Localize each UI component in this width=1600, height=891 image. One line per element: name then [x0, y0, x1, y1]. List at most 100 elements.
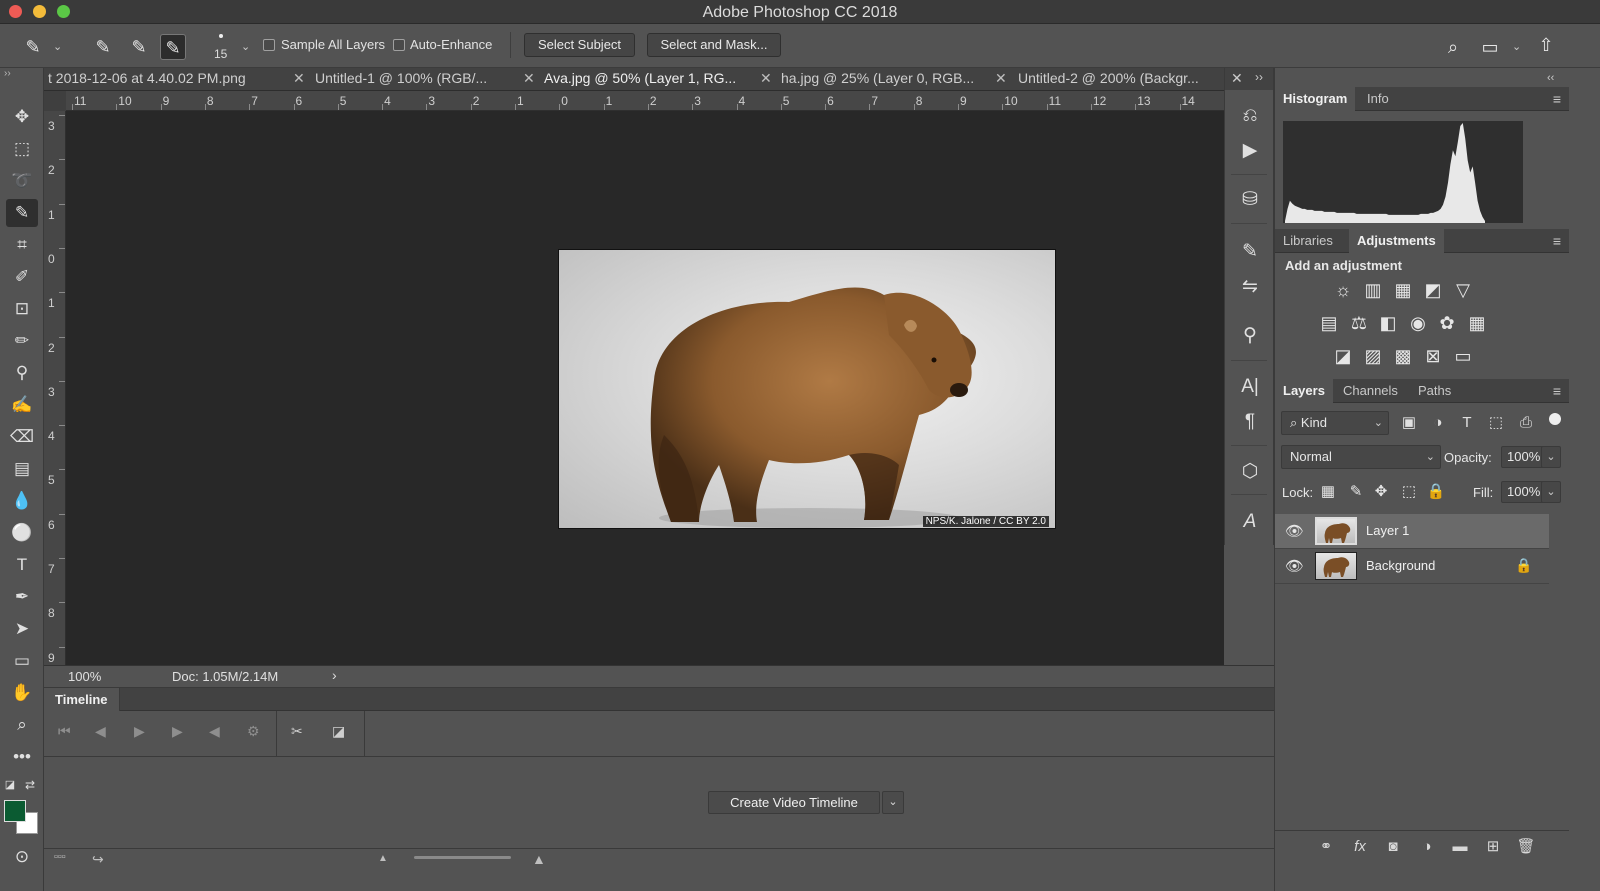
- swap-colors-icon[interactable]: ⇄: [20, 771, 40, 799]
- eraser-tool-icon[interactable]: ⌫: [6, 423, 38, 451]
- auto-enhance-label[interactable]: Auto-Enhance: [410, 37, 492, 52]
- tab-adjustments[interactable]: Adjustments: [1349, 229, 1444, 253]
- subtract-from-selection-icon[interactable]: ✎: [160, 34, 186, 60]
- glyphs-icon[interactable]: A: [1235, 508, 1265, 536]
- panel-menu-icon[interactable]: ≡: [1553, 233, 1561, 249]
- doc-tab[interactable]: Untitled-2 @ 200% (Backgr...: [1018, 68, 1199, 90]
- workspace-chevron-icon[interactable]: ⌄: [1512, 40, 1521, 53]
- status-menu-chevron-icon[interactable]: ›: [332, 667, 337, 683]
- select-and-mask-button[interactable]: Select and Mask...: [647, 33, 781, 57]
- pen-tool-icon[interactable]: ✒: [6, 583, 38, 611]
- hand-tool-icon[interactable]: ✋: [6, 679, 38, 707]
- filter-shape-icon[interactable]: ⬚: [1485, 413, 1507, 433]
- lock-image-pixels-icon[interactable]: ✎: [1346, 482, 1366, 502]
- layer-row[interactable]: 👁 Layer 1: [1275, 514, 1549, 549]
- curves-icon[interactable]: ▦: [1391, 278, 1415, 302]
- create-video-timeline-button[interactable]: Create Video Timeline: [708, 791, 880, 814]
- posterize-icon[interactable]: ▨: [1361, 344, 1385, 368]
- opacity-input[interactable]: 100%: [1501, 446, 1545, 468]
- brush-tool-icon[interactable]: ✏: [6, 327, 38, 355]
- gradient-tool-icon[interactable]: ▤: [6, 455, 38, 483]
- filter-toggle-icon[interactable]: [1549, 413, 1561, 425]
- brightness-icon[interactable]: ☼: [1331, 278, 1355, 302]
- collapse-dock-icon[interactable]: ‹‹: [1547, 72, 1554, 84]
- color-balance-icon[interactable]: ⚖: [1347, 311, 1371, 335]
- timeline-zoom-slider[interactable]: [414, 856, 511, 859]
- history-icon[interactable]: ⎌: [1235, 102, 1265, 130]
- quick-selection-tool-icon[interactable]: ✎: [6, 199, 38, 227]
- move-tool-icon[interactable]: ✥: [6, 103, 38, 131]
- new-adjustment-layer-icon[interactable]: ◑: [1416, 837, 1438, 857]
- horizontal-ruler[interactable]: 11 10 9 8 7 6 5 4 3 2 1 0 1 2 3 4 5 6 7 8 9 10 11 12 13 14: [44, 91, 1224, 111]
- layer-style-fx-icon[interactable]: fx: [1349, 837, 1371, 857]
- threshold-icon[interactable]: ▩: [1391, 344, 1415, 368]
- lock-transparent-pixels-icon[interactable]: ▦: [1318, 482, 1338, 502]
- quick-selection-preset-icon[interactable]: ✎: [20, 34, 46, 60]
- workspace-icon[interactable]: ▭: [1477, 34, 1503, 60]
- filter-pixel-icon[interactable]: ▣: [1398, 413, 1420, 433]
- close-panel-icon[interactable]: ✕: [1231, 70, 1243, 87]
- channel-mixer-icon[interactable]: ✿: [1435, 311, 1459, 335]
- layer-filter-select[interactable]: ⌕ Kind ⌄: [1281, 411, 1389, 435]
- new-layer-icon[interactable]: ⊞: [1482, 837, 1504, 857]
- expand-panels-icon[interactable]: ››: [1255, 70, 1263, 84]
- settings-gear-icon[interactable]: ⚙: [247, 723, 260, 740]
- sample-all-layers-checkbox[interactable]: [263, 39, 275, 51]
- selective-color-icon[interactable]: ⊠: [1421, 344, 1445, 368]
- path-selection-tool-icon[interactable]: ➤: [6, 615, 38, 643]
- invert-icon[interactable]: ◪: [1331, 344, 1355, 368]
- clone-stamp-tool-icon[interactable]: ⚲: [6, 359, 38, 387]
- marquee-tool-icon[interactable]: ⬚: [6, 135, 38, 163]
- brush-settings-icon[interactable]: ⇋: [1235, 273, 1265, 301]
- vibrance-icon[interactable]: ▽: [1451, 278, 1475, 302]
- audio-icon[interactable]: ◀: [209, 723, 220, 740]
- convert-icon[interactable]: ↪: [92, 851, 104, 868]
- history-brush-tool-icon[interactable]: ✍: [6, 391, 38, 419]
- more-tools-icon[interactable]: •••: [6, 743, 38, 771]
- exposure-icon[interactable]: ◩: [1421, 278, 1445, 302]
- lock-artboard-icon[interactable]: ⬚: [1399, 482, 1419, 502]
- close-tab-icon[interactable]: ✕: [995, 68, 1007, 90]
- doc-tab[interactable]: ha.jpg @ 25% (Layer 0, RGB...: [781, 68, 974, 90]
- doc-tab[interactable]: t 2018-12-06 at 4.40.02 PM.png: [48, 68, 246, 90]
- photo-filter-icon[interactable]: ◉: [1406, 311, 1430, 335]
- transition-icon[interactable]: ◪: [332, 723, 345, 740]
- color-lookup-icon[interactable]: ▦: [1465, 311, 1489, 335]
- default-colors-icon[interactable]: ◪: [0, 771, 20, 799]
- new-selection-icon[interactable]: ✎: [90, 34, 116, 60]
- tab-info[interactable]: Info: [1359, 87, 1397, 111]
- panel-menu-icon[interactable]: ≡: [1553, 383, 1561, 399]
- auto-enhance-checkbox[interactable]: [393, 39, 405, 51]
- crop-tool-icon[interactable]: ⌗: [6, 231, 38, 259]
- go-to-first-frame-icon[interactable]: ⏮: [58, 723, 71, 740]
- new-group-folder-icon[interactable]: ▬: [1449, 837, 1471, 857]
- delete-layer-trash-icon[interactable]: 🗑: [1515, 837, 1537, 857]
- brush-picker-chevron-icon[interactable]: ⌄: [241, 40, 250, 53]
- zoom-tool-icon[interactable]: ⌕: [6, 711, 38, 739]
- quick-mask-icon[interactable]: ⊙: [6, 843, 38, 871]
- layer-row[interactable]: 👁 Background 🔒: [1275, 549, 1549, 584]
- zoom-out-mountain-icon[interactable]: ▲: [378, 853, 388, 864]
- lasso-tool-icon[interactable]: ➰: [6, 167, 38, 195]
- fill-input[interactable]: 100%: [1501, 481, 1545, 503]
- dodge-tool-icon[interactable]: ⚪: [6, 519, 38, 547]
- hue-saturation-icon[interactable]: ▤: [1317, 311, 1341, 335]
- filter-smart-object-icon[interactable]: ⎙: [1515, 413, 1537, 433]
- collapse-toolbar-icon[interactable]: ››: [4, 68, 11, 79]
- lock-all-icon[interactable]: 🔒: [1426, 482, 1446, 502]
- tab-channels[interactable]: Channels: [1335, 379, 1406, 403]
- search-icon[interactable]: ⌕: [1440, 34, 1466, 60]
- play-icon[interactable]: ▶: [134, 723, 145, 740]
- paragraph-icon[interactable]: ¶: [1235, 408, 1265, 436]
- blur-tool-icon[interactable]: 💧: [6, 487, 38, 515]
- visibility-eye-icon[interactable]: 👁: [1285, 557, 1304, 575]
- type-tool-icon[interactable]: T: [6, 551, 38, 579]
- blend-mode-select[interactable]: Normal ⌄: [1281, 445, 1441, 469]
- rectangle-tool-icon[interactable]: ▭: [6, 647, 38, 675]
- sample-all-layers-label[interactable]: Sample All Layers: [281, 37, 385, 52]
- doc-tab[interactable]: Untitled-1 @ 100% (RGB/...: [315, 68, 487, 90]
- filter-adjustment-icon[interactable]: ◑: [1427, 413, 1449, 433]
- close-tab-icon[interactable]: ✕: [293, 68, 305, 90]
- filter-type-icon[interactable]: T: [1456, 413, 1478, 433]
- layer-name[interactable]: Background: [1366, 558, 1435, 573]
